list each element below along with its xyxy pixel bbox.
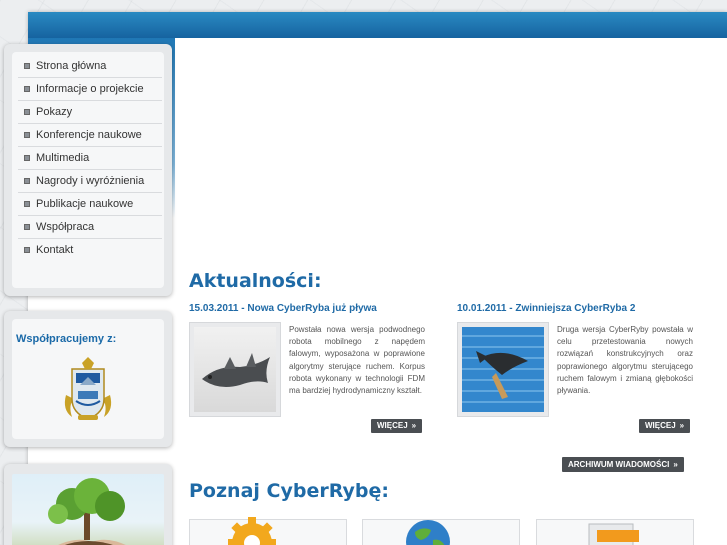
menu-item-shows[interactable]: Pokazy — [18, 101, 162, 124]
feature-card-3[interactable] — [536, 519, 694, 545]
bullet-icon — [24, 86, 30, 92]
document-icon — [588, 523, 639, 545]
read-more-button-1[interactable]: WIĘCEJ» — [371, 419, 423, 433]
read-more-label: WIĘCEJ — [645, 421, 676, 430]
news-date: 10.01.2011 — [457, 303, 507, 314]
bullet-icon — [24, 247, 30, 253]
menu-item-awards[interactable]: Nagrody i wyróżnienia — [18, 170, 162, 193]
menu-item-label: Nagrody i wyróżnienia — [36, 175, 145, 187]
menu-item-label: Publikacje naukowe — [36, 198, 134, 210]
menu-item-label: Pokazy — [36, 106, 73, 118]
menu-item-label: Kontakt — [36, 244, 74, 256]
menu-item-cooperation[interactable]: Współpraca — [18, 216, 162, 239]
menu-item-label: Multimedia — [36, 152, 90, 164]
promo-panel — [4, 464, 172, 545]
bullet-icon — [24, 201, 30, 207]
bullet-icon — [24, 109, 30, 115]
partner-crest-logo[interactable] — [58, 355, 118, 425]
menu-item-publications[interactable]: Publikacje naukowe — [18, 193, 162, 216]
gear-icon — [228, 517, 276, 545]
archive-label: ARCHIWUM WIADOMOŚCI — [568, 460, 670, 469]
news-title-text: Nowa CyberRyba już pływa — [247, 303, 377, 314]
news-text-1: Powstała nowa wersja podwodnego robota m… — [289, 325, 425, 396]
robot-fish-image — [202, 353, 270, 387]
news-thumbnail-1[interactable] — [189, 322, 281, 417]
menu-item-label: Współpraca — [36, 221, 95, 233]
bullet-icon — [24, 155, 30, 161]
double-chevron-right-icon: » — [673, 460, 678, 469]
double-chevron-right-icon: » — [679, 421, 685, 430]
menu-item-label: Konferencje naukowe — [36, 129, 142, 141]
bullet-icon — [24, 178, 30, 184]
read-more-button-2[interactable]: WIĘCEJ» — [639, 419, 691, 433]
bullet-icon — [24, 224, 30, 230]
partners-panel: Współpracujemy z: — [4, 311, 172, 447]
menu-item-project-info[interactable]: Informacje o projekcie — [18, 78, 162, 101]
menu-item-label: Strona główna — [36, 60, 107, 72]
menu-item-contact[interactable]: Kontakt — [18, 239, 162, 262]
news-heading: Aktualności: — [189, 270, 322, 292]
partners-title: Współpracujemy z: — [16, 333, 117, 345]
news-archive-button[interactable]: ARCHIWUM WIADOMOŚCI» — [562, 457, 684, 472]
double-chevron-right-icon: » — [411, 421, 417, 430]
discover-heading: Poznaj CyberRybę: — [189, 480, 389, 502]
news-thumbnail-2[interactable] — [457, 322, 549, 417]
navigation-panel: Strona główna Informacje o projekcie Pok… — [4, 44, 172, 296]
tree-illustration — [48, 478, 126, 545]
feature-card-1[interactable] — [189, 517, 347, 545]
tree-hands-image[interactable] — [12, 474, 164, 545]
feature-card-2[interactable] — [362, 519, 520, 545]
news-text-2: Druga wersja CyberRyby powstała w celu p… — [557, 325, 693, 396]
news-item-title-2[interactable]: 10.01.2011 - Zwinniejsza CyberRyba 2 — [457, 303, 635, 314]
read-more-label: WIĘCEJ — [377, 421, 408, 430]
robot-fish-pool-image — [462, 327, 544, 412]
news-title-text: Zwinniejsza CyberRyba 2 — [515, 303, 636, 314]
news-item-title-1[interactable]: 15.03.2011 - Nowa CyberRyba już pływa — [189, 303, 377, 314]
menu-item-label: Informacje o projekcie — [36, 83, 144, 95]
bullet-icon — [24, 63, 30, 69]
news-date: 15.03.2011 — [189, 303, 239, 314]
globe-icon — [406, 520, 450, 545]
top-bar — [28, 12, 727, 38]
menu-item-conferences[interactable]: Konferencje naukowe — [18, 124, 162, 147]
menu-item-multimedia[interactable]: Multimedia — [18, 147, 162, 170]
bullet-icon — [24, 132, 30, 138]
menu-item-home[interactable]: Strona główna — [18, 55, 162, 78]
main-menu: Strona główna Informacje o projekcie Pok… — [18, 55, 162, 262]
